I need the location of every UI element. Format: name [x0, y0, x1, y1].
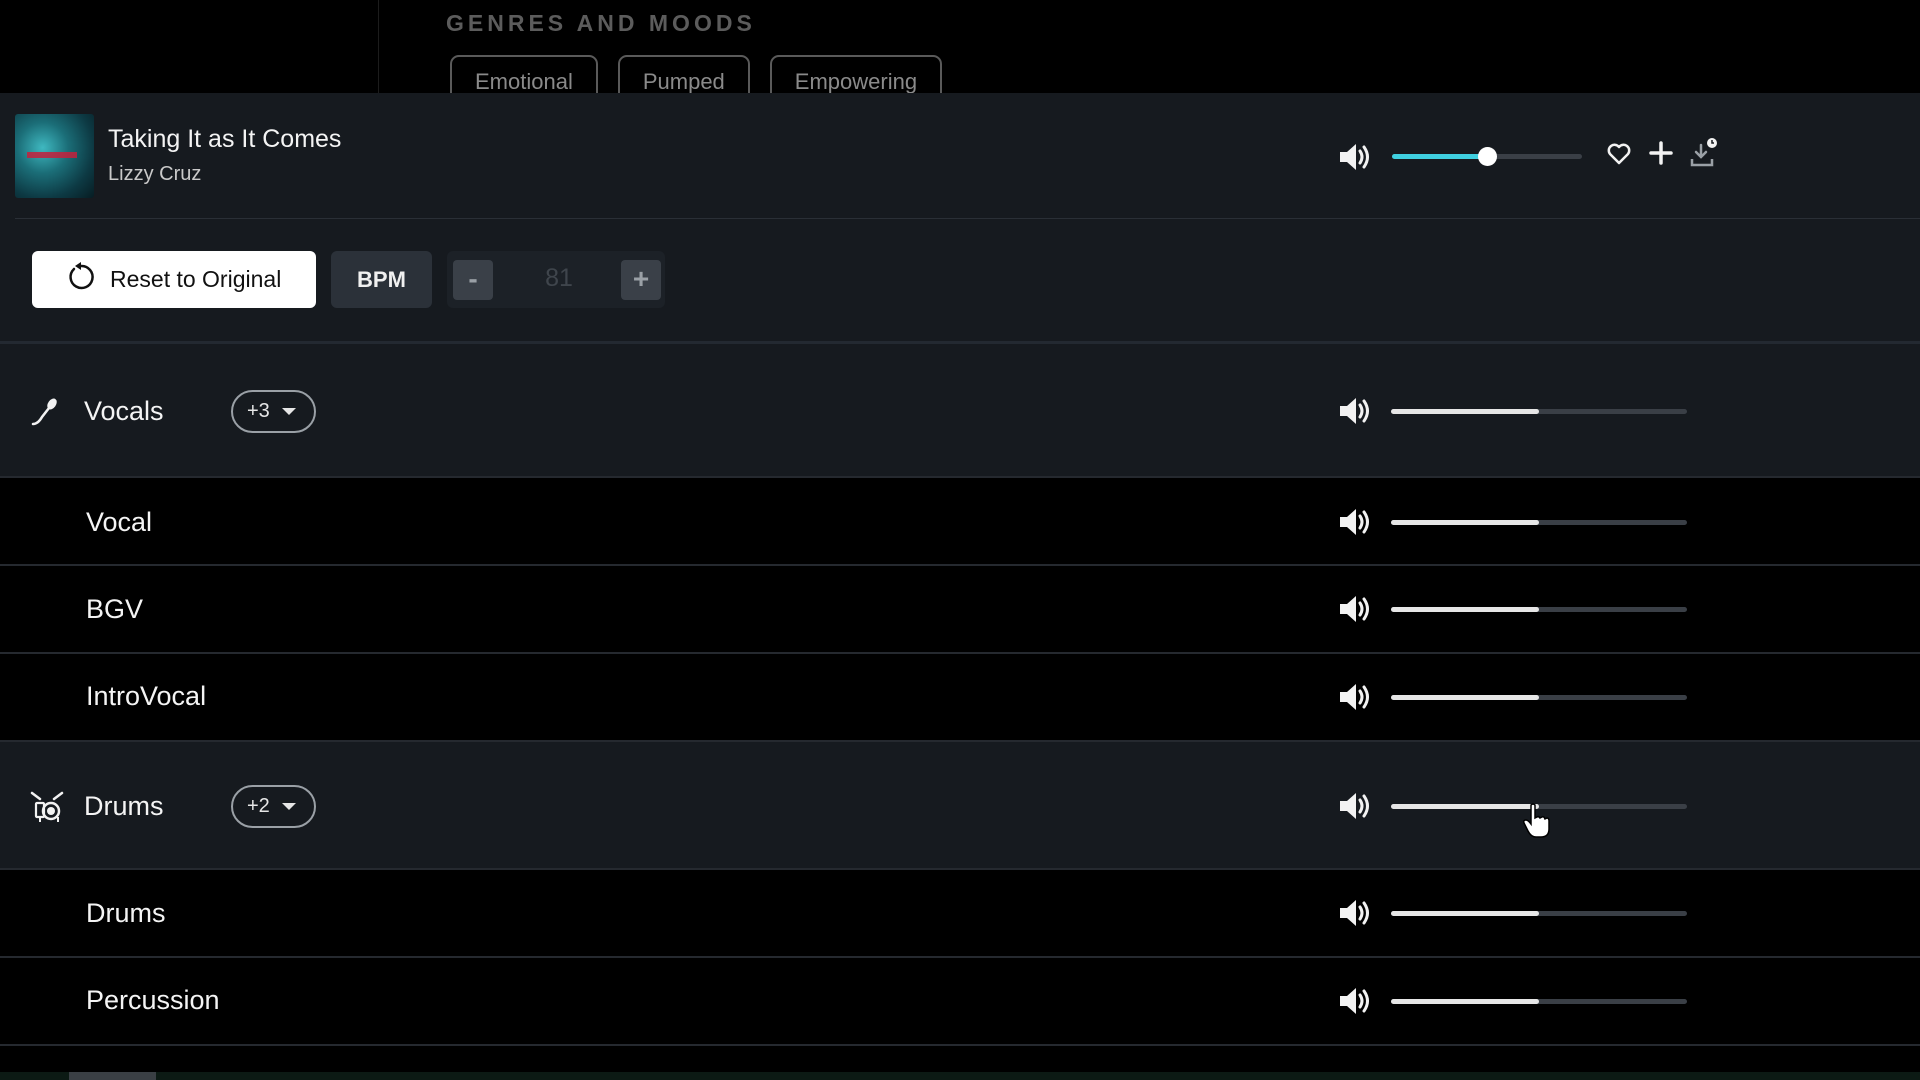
stem-row-drums[interactable]: Drums [0, 870, 1920, 958]
stem-row-percussion[interactable]: Percussion [0, 958, 1920, 1046]
reset-button-label: Reset to Original [110, 266, 282, 292]
genres-section: GENRES AND MOODS Emotional Pumped Empowe… [0, 0, 1920, 107]
stem-volume-fill [1391, 911, 1539, 916]
speaker-icon[interactable] [1338, 985, 1374, 1017]
caret-down-icon [281, 803, 296, 810]
hand-cursor-icon [1522, 803, 1552, 844]
stem-count-dropdown[interactable]: +3 [231, 390, 316, 433]
now-playing-bar: Taking It as It Comes Lizzy Cruz [0, 93, 1920, 218]
speaker-icon[interactable] [1338, 897, 1374, 929]
stem-group-drums[interactable]: Drums +2 [0, 742, 1920, 870]
master-volume-fill [1392, 154, 1487, 159]
bpm-decrease-button[interactable]: - [453, 260, 493, 300]
stem-count: +2 [247, 795, 270, 817]
microphone-icon [30, 397, 60, 432]
stem-volume-slider[interactable] [1391, 409, 1687, 414]
speaker-icon[interactable] [1338, 593, 1374, 625]
stem-row-bgv[interactable]: BGV [0, 566, 1920, 654]
stem-volume-slider[interactable] [1391, 520, 1687, 525]
genres-heading: GENRES AND MOODS [446, 10, 756, 36]
plus-icon[interactable] [1649, 141, 1673, 170]
bottom-edge [0, 1072, 1920, 1080]
album-art[interactable] [15, 114, 94, 198]
reset-icon [66, 261, 96, 298]
track-artist[interactable]: Lizzy Cruz [108, 163, 201, 186]
stem-volume-fill [1391, 999, 1539, 1004]
bpm-button[interactable]: BPM [331, 251, 432, 308]
stem-row-introvocal[interactable]: IntroVocal [0, 654, 1920, 742]
stem-volume-fill [1391, 520, 1539, 525]
speaker-icon[interactable] [1338, 681, 1374, 713]
stem-group-vocals[interactable]: Vocals +3 [0, 344, 1920, 478]
stem-label: IntroVocal [86, 681, 207, 711]
horizontal-scrollbar[interactable] [69, 1072, 156, 1080]
sidebar-divider [378, 0, 379, 95]
speaker-icon[interactable] [1338, 790, 1374, 822]
bpm-value[interactable]: 81 [519, 264, 599, 293]
album-art-title-mark [27, 152, 77, 158]
stem-volume-fill [1391, 695, 1539, 700]
speaker-icon[interactable] [1338, 141, 1374, 173]
stem-label: BGV [86, 594, 144, 624]
speaker-icon[interactable] [1338, 506, 1374, 538]
stem-label: Drums [86, 898, 166, 928]
stem-volume-slider[interactable] [1391, 607, 1687, 612]
stem-volume-fill [1391, 804, 1539, 809]
stem-volume-fill [1391, 409, 1539, 414]
stem-volume-slider[interactable] [1391, 695, 1687, 700]
drum-kit-icon [30, 789, 64, 828]
stem-group-label: Drums [84, 791, 164, 821]
mix-controls: Reset to Original BPM - 81 + [0, 219, 1920, 339]
reset-to-original-button[interactable]: Reset to Original [32, 251, 316, 308]
master-volume-thumb[interactable] [1478, 147, 1497, 166]
stem-volume-slider[interactable] [1391, 999, 1687, 1004]
stem-row-vocal[interactable]: Vocal [0, 478, 1920, 566]
player-panel: Taking It as It Comes Lizzy Cruz Reset t… [0, 93, 1920, 343]
heart-icon[interactable] [1607, 143, 1631, 170]
master-volume-slider[interactable] [1392, 147, 1582, 166]
download-icon[interactable] [1690, 137, 1718, 174]
stem-count-dropdown[interactable]: +2 [231, 785, 316, 828]
stem-volume-slider[interactable] [1391, 911, 1687, 916]
speaker-icon[interactable] [1338, 395, 1374, 427]
bpm-stepper: - 81 + [447, 251, 665, 308]
track-title[interactable]: Taking It as It Comes [108, 125, 341, 154]
stem-group-label: Vocals [84, 396, 164, 426]
stem-label: Vocal [86, 507, 153, 537]
stem-label: Percussion [86, 985, 220, 1015]
stem-volume-fill [1391, 607, 1539, 612]
app-root: GENRES AND MOODS Emotional Pumped Empowe… [0, 0, 1920, 1080]
bpm-increase-button[interactable]: + [621, 260, 661, 300]
caret-down-icon [281, 408, 296, 415]
stem-count: +3 [247, 400, 270, 422]
